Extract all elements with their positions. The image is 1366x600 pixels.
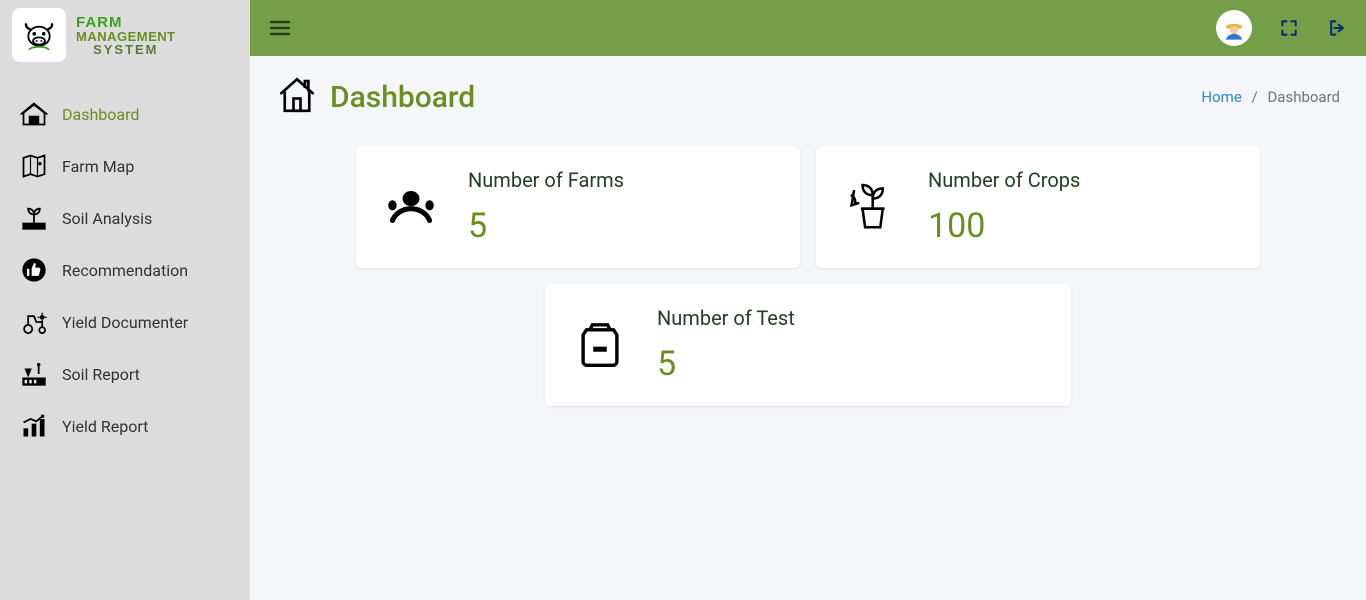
sidebar-item-farm-map[interactable]: Farm Map <box>0 140 250 192</box>
logout-icon[interactable] <box>1326 17 1348 39</box>
sidebar-item-label: Recommendation <box>62 261 188 280</box>
side-nav: Dashboard Farm Map Soil Analysis Recomme… <box>0 70 250 452</box>
logo: FARM MANAGEMENT SYSTEM <box>0 0 250 70</box>
sidebar-item-yield-documenter[interactable]: Yield Documenter <box>0 296 250 348</box>
stat-value: 100 <box>928 206 1080 246</box>
thumbs-up-icon <box>20 256 48 284</box>
sidebar-item-yield-report[interactable]: Yield Report <box>0 400 250 452</box>
sidebar-item-label: Farm Map <box>62 157 134 176</box>
sidebar-item-recommendation[interactable]: Recommendation <box>0 244 250 296</box>
breadcrumb: Home / Dashboard <box>1201 88 1340 106</box>
map-icon <box>20 152 48 180</box>
sidebar-item-label: Yield Documenter <box>62 313 188 332</box>
breadcrumb-sep: / <box>1252 88 1258 106</box>
sidebar-item-soil-analysis[interactable]: Soil Analysis <box>0 192 250 244</box>
logo-text: FARM MANAGEMENT SYSTEM <box>76 15 176 56</box>
plant-pot-icon <box>844 180 898 234</box>
breadcrumb-current: Dashboard <box>1267 88 1340 106</box>
soil-report-icon <box>20 360 48 388</box>
user-avatar[interactable] <box>1216 10 1252 46</box>
top-header <box>250 0 1366 56</box>
fullscreen-icon[interactable] <box>1278 17 1300 39</box>
seedling-icon <box>20 204 48 232</box>
breadcrumb-home-link[interactable]: Home <box>1201 88 1241 106</box>
stat-label: Number of Test <box>657 306 795 330</box>
stat-label: Number of Crops <box>928 168 1080 192</box>
house-icon <box>276 74 318 120</box>
sidebar-item-label: Soil Analysis <box>62 209 152 228</box>
stat-value: 5 <box>657 344 795 384</box>
sidebar-item-soil-report[interactable]: Soil Report <box>0 348 250 400</box>
sidebar-item-dashboard[interactable]: Dashboard <box>0 88 250 140</box>
page-title: Dashboard <box>330 80 475 115</box>
stat-card-crops: Number of Crops 100 <box>816 146 1260 268</box>
stat-card-farms: Number of Farms 5 <box>356 146 800 268</box>
stat-label: Number of Farms <box>468 168 624 192</box>
barn-icon <box>20 100 48 128</box>
sidebar: FARM MANAGEMENT SYSTEM Dashboard Farm Ma… <box>0 0 250 600</box>
tractor-icon <box>20 308 48 336</box>
hamburger-icon[interactable] <box>268 16 292 40</box>
bar-chart-icon <box>20 412 48 440</box>
sidebar-item-label: Dashboard <box>62 105 139 124</box>
users-icon <box>384 180 438 234</box>
stat-card-tests: Number of Test 5 <box>545 284 1071 406</box>
logo-cow-icon <box>12 8 66 62</box>
bag-icon <box>573 318 627 372</box>
sidebar-item-label: Yield Report <box>62 417 148 436</box>
stat-value: 5 <box>468 206 624 246</box>
sidebar-item-label: Soil Report <box>62 365 140 384</box>
